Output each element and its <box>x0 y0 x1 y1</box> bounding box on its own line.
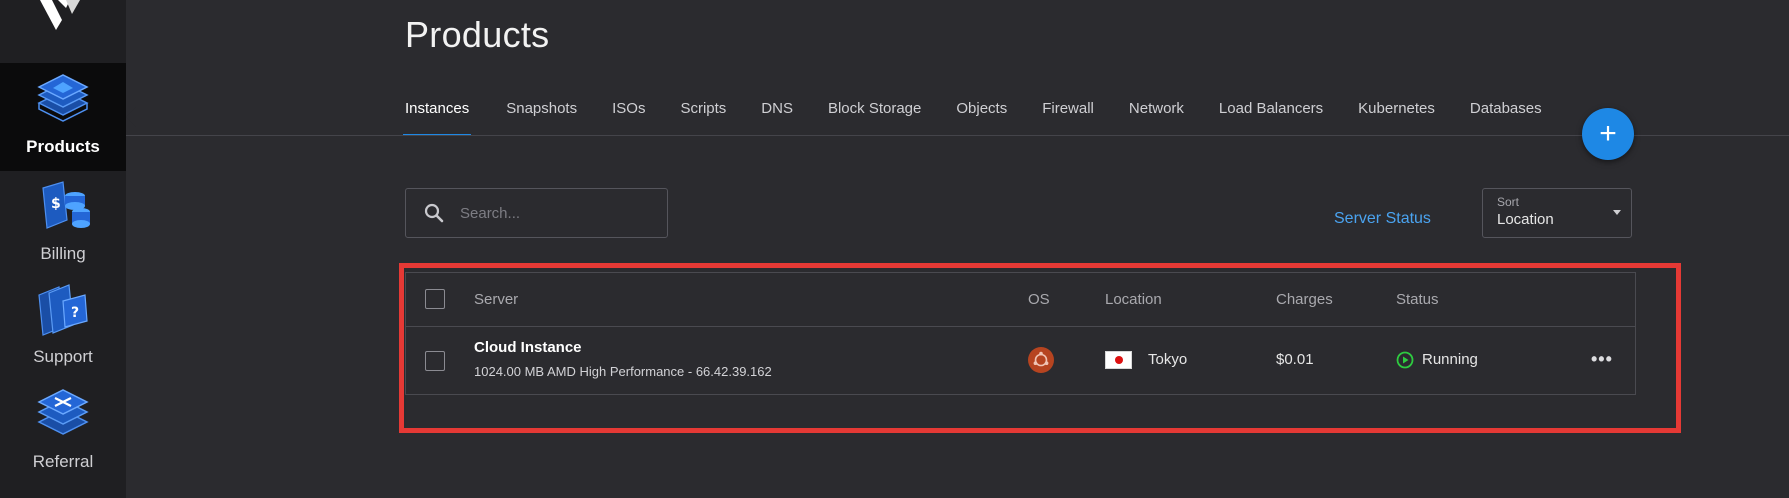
tab-load-balancers[interactable]: Load Balancers <box>1219 100 1323 136</box>
plus-icon: + <box>1599 117 1617 150</box>
sidebar-item-label: Products <box>26 137 100 156</box>
sidebar-item-label: Billing <box>40 244 86 263</box>
deploy-plus-button[interactable]: + <box>1582 108 1634 160</box>
tab-network[interactable]: Network <box>1129 100 1184 136</box>
sidebar: Products $ Billing ? Support Referral <box>0 0 136 498</box>
tab-block-storage[interactable]: Block Storage <box>828 100 921 136</box>
product-tabs: Instances Snapshots ISOs Scripts DNS Blo… <box>403 100 1577 136</box>
tab-databases[interactable]: Databases <box>1470 100 1542 136</box>
sidebar-item-referral[interactable]: Referral <box>0 378 126 486</box>
more-actions-icon[interactable]: ••• <box>1591 349 1613 370</box>
sort-select[interactable]: Sort Location <box>1482 188 1632 238</box>
chevron-down-icon <box>1613 210 1621 215</box>
sort-label: Sort <box>1497 195 1520 209</box>
instances-table: Server OS Location Charges Status Cloud … <box>405 272 1636 395</box>
search-box <box>405 188 668 238</box>
header-location[interactable]: Location <box>1105 291 1162 308</box>
sidebar-item-label: Support <box>33 347 93 366</box>
sort-value: Location <box>1497 211 1554 228</box>
sidebar-item-billing[interactable]: $ Billing <box>0 170 126 278</box>
location-value: Tokyo <box>1148 351 1188 368</box>
header-os[interactable]: OS <box>1028 291 1050 308</box>
japan-flag-icon <box>1105 351 1132 369</box>
search-input[interactable] <box>460 204 650 222</box>
sidebar-item-products[interactable]: Products <box>0 63 136 171</box>
support-icon: ? <box>38 284 88 336</box>
tab-snapshots[interactable]: Snapshots <box>506 100 577 136</box>
vultr-logo-icon[interactable] <box>36 0 86 34</box>
tab-objects[interactable]: Objects <box>956 100 1007 136</box>
tab-isos[interactable]: ISOs <box>612 100 645 136</box>
sidebar-item-label: Referral <box>32 452 94 471</box>
products-stack-icon <box>37 74 89 122</box>
referral-icon <box>37 389 89 435</box>
ubuntu-icon <box>1028 347 1054 373</box>
select-all-checkbox[interactable] <box>425 289 445 309</box>
charges-value: $0.01 <box>1276 351 1314 368</box>
active-pointer <box>126 107 136 127</box>
search-icon <box>424 203 444 223</box>
svg-text:?: ? <box>71 305 79 321</box>
billing-icon: $ <box>42 181 90 229</box>
status-value: Running <box>1422 351 1478 368</box>
tab-instances[interactable]: Instances <box>403 100 472 136</box>
header-charges[interactable]: Charges <box>1276 291 1333 308</box>
header-status[interactable]: Status <box>1396 291 1439 308</box>
tab-dns[interactable]: DNS <box>761 100 793 136</box>
tabs-divider <box>126 135 1789 136</box>
table-header: Server OS Location Charges Status <box>406 273 1635 327</box>
table-row[interactable]: Cloud Instance 1024.00 MB AMD High Perfo… <box>406 327 1635 395</box>
tab-firewall[interactable]: Firewall <box>1042 100 1094 136</box>
sidebar-item-support[interactable]: ? Support <box>0 273 126 381</box>
header-server[interactable]: Server <box>474 291 518 308</box>
tab-scripts[interactable]: Scripts <box>680 100 726 136</box>
row-checkbox[interactable] <box>425 351 445 371</box>
server-name[interactable]: Cloud Instance <box>474 339 582 356</box>
svg-text:$: $ <box>51 196 61 212</box>
server-details: 1024.00 MB AMD High Performance - 66.42.… <box>474 364 772 379</box>
running-status-icon <box>1396 351 1414 369</box>
page-title: Products <box>405 14 550 55</box>
tab-kubernetes[interactable]: Kubernetes <box>1358 100 1435 136</box>
server-status-link[interactable]: Server Status <box>1334 210 1431 228</box>
